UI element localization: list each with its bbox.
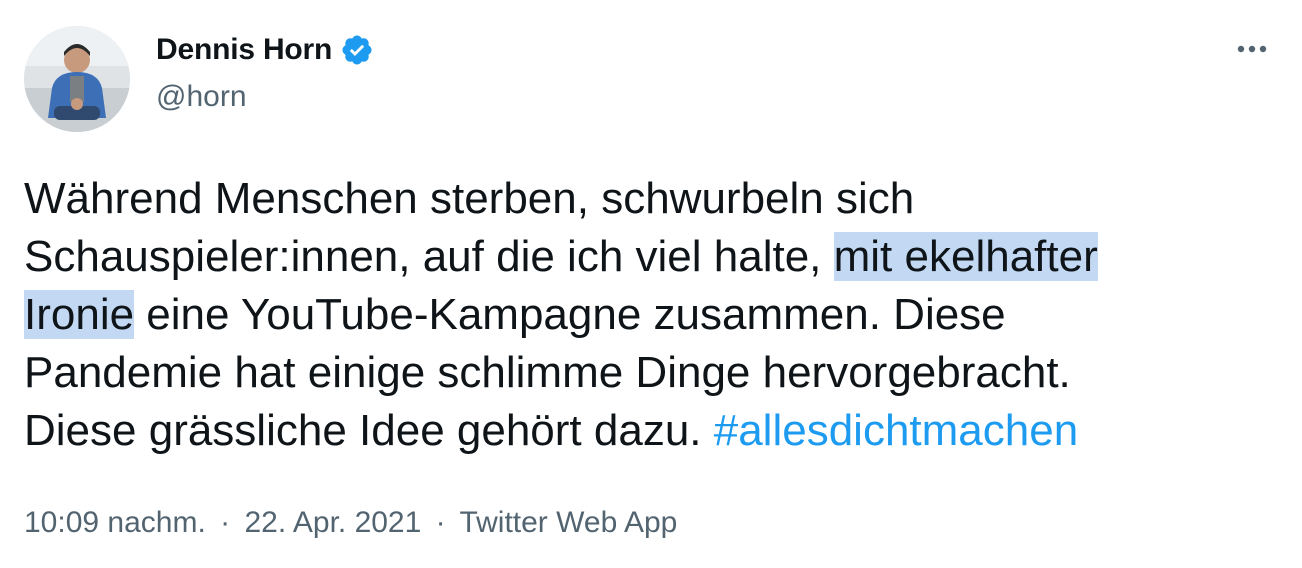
hashtag-link[interactable]: #allesdichtmachen <box>714 406 1078 455</box>
tweet-text-line: Diese grässliche Idee gehört dazu. #alle… <box>24 402 1274 460</box>
author-name-row: Dennis Horn <box>156 33 374 67</box>
tweet-text-segment: Diese grässliche Idee gehört dazu. <box>24 406 714 455</box>
selected-text-highlight: Ironie <box>24 290 135 339</box>
tweet-text: Während Menschen sterben, schwurbeln sic… <box>24 170 1274 460</box>
meta-separator: · <box>435 506 446 539</box>
tweet-text-segment: Pandemie hat einige schlimme Dinge hervo… <box>24 348 1071 397</box>
verified-badge-icon <box>340 33 374 67</box>
avatar-image <box>24 26 130 132</box>
tweet-text-line: Pandemie hat einige schlimme Dinge hervo… <box>24 344 1274 402</box>
tweet-time[interactable]: 10:09 nachm. <box>24 506 206 539</box>
tweet-text-line: Während Menschen sterben, schwurbeln sic… <box>24 170 1274 228</box>
tweet-text-segment: eine YouTube-Kampagne zusammen. Diese <box>134 290 1006 339</box>
more-options-icon[interactable] <box>1232 36 1272 62</box>
selected-text-highlight: mit ekelhafter <box>833 232 1098 281</box>
tweet-text-segment: Während Menschen sterben, schwurbeln sic… <box>24 174 915 223</box>
tweet-text-segment: Schauspieler:innen, auf die ich viel hal… <box>24 232 834 281</box>
tweet-source[interactable]: Twitter Web App <box>459 506 677 539</box>
meta-separator: · <box>220 506 231 539</box>
tweet-card: Dennis Horn @horn Während Menschen sterb… <box>0 0 1302 568</box>
tweet-date[interactable]: 22. Apr. 2021 <box>244 506 421 539</box>
tweet-text-line: Schauspieler:innen, auf die ich viel hal… <box>24 228 1274 286</box>
tweet-text-line: Ironie eine YouTube-Kampagne zusammen. D… <box>24 286 1274 344</box>
author-display-name[interactable]: Dennis Horn <box>156 33 332 67</box>
avatar[interactable] <box>24 26 130 132</box>
tweet-metadata: 10:09 nachm. · 22. Apr. 2021 · Twitter W… <box>24 506 677 540</box>
author-handle[interactable]: @horn <box>156 80 247 114</box>
